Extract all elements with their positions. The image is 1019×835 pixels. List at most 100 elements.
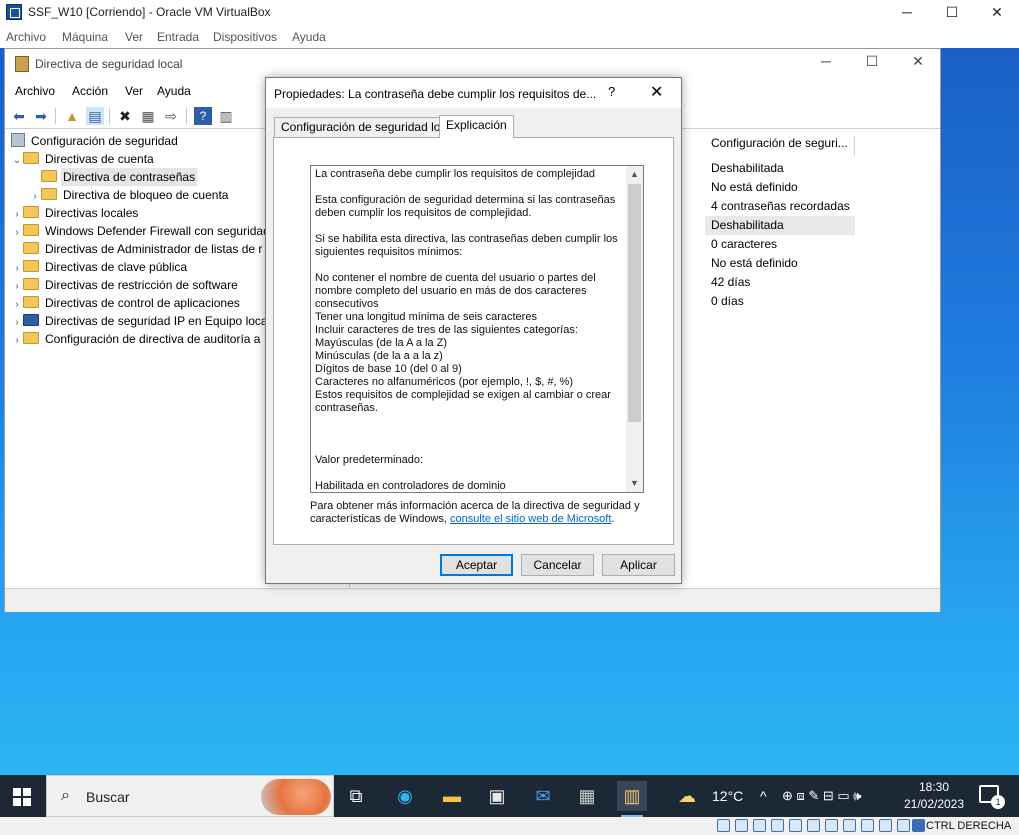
category-line: Minúsculas (de la a a la z) [315,350,443,362]
minimize-button[interactable]: ─ [884,2,930,24]
tree-item-local-policies[interactable]: › Directivas locales [11,204,140,222]
forward-arrow-icon[interactable]: ➡ [32,107,50,125]
recording-icon[interactable] [843,819,856,832]
notification-icon[interactable]: 1 [979,785,1005,809]
chevron-up-icon[interactable]: ^ [760,775,767,817]
hard-disk-icon[interactable] [717,819,730,832]
virtualization-icon[interactable] [861,819,874,832]
weather-icon[interactable]: ☁ [678,775,696,817]
policy-value[interactable]: 0 días [705,292,855,311]
close-button[interactable]: ✕ [974,2,1019,24]
notification-count: 1 [991,795,1005,809]
mouse-integration-icon[interactable] [897,819,910,832]
maximize-button[interactable]: ☐ [929,2,975,24]
security-policy-taskbar-icon[interactable]: ▥ [617,781,647,817]
scroll-thumb[interactable] [628,184,641,422]
delete-icon[interactable]: ✖ [116,107,134,125]
tree-item-software-restriction[interactable]: › Directivas de restricción de software [11,276,240,294]
help-button[interactable]: ? [608,84,615,99]
tree-item-root[interactable]: Configuración de seguridad [11,132,180,150]
chevron-down-icon[interactable]: ⌄ [11,152,23,170]
explanation-text: La contraseña debe cumplir los requisito… [315,168,621,492]
taskbar-search[interactable]: ⌕ Buscar [46,775,334,817]
dialog-close-button[interactable]: ✕ [650,82,663,102]
mmc-menu-accion[interactable]: Acción [72,84,108,98]
weather-temp[interactable]: 12°C [712,775,743,817]
show-tree-icon[interactable]: ▤ [86,107,104,125]
back-arrow-icon[interactable]: ⬅ [10,107,28,125]
menu-maquina[interactable]: Máquina [62,30,108,44]
tree-item-ip-security[interactable]: › Directivas de seguridad IP en Equipo lo… [11,312,270,330]
explanation-scrollbar[interactable]: ▲ ▼ [626,166,643,492]
scroll-down-icon[interactable]: ▼ [626,475,643,492]
tree-item-audit-policy[interactable]: › Configuración de directiva de auditoría… [11,330,262,348]
policy-value-selected[interactable]: Deshabilitada [705,216,855,235]
scroll-up-icon[interactable]: ▲ [626,166,643,183]
usb-icon[interactable] [789,819,802,832]
up-folder-icon[interactable]: ▲ [63,107,81,125]
display-icon[interactable] [825,819,838,832]
audio-icon[interactable] [753,819,766,832]
cpu-icon[interactable] [879,819,892,832]
ok-button[interactable]: Aceptar [440,554,513,576]
tree-item-firewall[interactable]: › Windows Defender Firewall con seguridad [11,222,272,240]
edge-icon[interactable]: ◉ [390,781,420,811]
tab-local-security-setting[interactable]: Configuración de seguridad local [274,117,463,137]
server-manager-icon[interactable]: ▦ [572,781,602,811]
policy-value[interactable]: 0 caracteres [705,235,855,254]
mmc-maximize-button[interactable]: ☐ [849,53,895,75]
category-line: Mayúsculas (de la A a la Z) [315,337,448,349]
menu-dispositivos[interactable]: Dispositivos [213,30,277,44]
host-key-label: CTRL DERECHA [926,820,1012,832]
optical-drive-icon[interactable] [735,819,748,832]
column-header-security-setting[interactable]: Configuración de seguri... [705,136,855,156]
tree-item-password-policy[interactable]: Directiva de contraseñas [29,168,198,186]
shared-folders-icon[interactable] [807,819,820,832]
policy-list-pane: Configuración de seguri... Deshabilitada… [705,130,941,588]
task-view-icon[interactable]: ⧉ [341,781,371,811]
mmc-menu-ver[interactable]: Ver [125,84,143,98]
menu-ayuda[interactable]: Ayuda [292,30,326,44]
tree-item-account-policies[interactable]: ⌄ Directivas de cuenta [11,150,156,168]
explanation-paragraph: Esta configuración de seguridad determin… [315,194,616,219]
folder-icon [23,224,39,236]
chevron-right-icon[interactable]: › [11,332,23,350]
properties-icon[interactable]: ▦ [139,107,157,125]
start-button[interactable] [0,775,44,817]
menu-ver[interactable]: Ver [125,30,143,44]
mmc-close-button[interactable]: ✕ [895,53,941,75]
tray-icons[interactable]: ⊕ ⧈ ✎ ⊟ ▭ 🕪 [782,775,861,817]
vbox-status-bar: CTRL DERECHA [0,817,1019,835]
mmc-minimize-button[interactable]: ─ [803,53,849,75]
network-icon[interactable] [771,819,784,832]
tree-item-network-list[interactable]: Directivas de Administrador de listas de… [11,240,264,258]
tab-explanation[interactable]: Explicación [439,115,514,138]
security-policy-icon [15,56,29,72]
explanation-textbox[interactable]: La contraseña debe cumplir los requisito… [310,165,644,493]
policy-value[interactable]: Deshabilitada [705,159,855,178]
tree-item-lockout-policy[interactable]: › Directiva de bloqueo de cuenta [29,186,230,204]
menu-entrada[interactable]: Entrada [157,30,199,44]
policy-value[interactable]: No está definido [705,178,855,197]
store-icon[interactable]: ▣ [482,781,512,811]
policy-value[interactable]: 4 contraseñas recordadas [705,197,855,216]
export-list-icon[interactable]: ⇨ [162,107,180,125]
help-icon[interactable]: ? [194,107,212,125]
apply-button[interactable]: Aplicar [602,554,675,576]
vbox-title-bar: SSF_W10 [Corriendo] - Oracle VM VirtualB… [0,0,1019,26]
microsoft-link[interactable]: consulte el sitio web de Microsoft [450,513,611,525]
menu-archivo[interactable]: Archivo [6,30,46,44]
tree-item-public-key[interactable]: › Directivas de clave pública [11,258,189,276]
folder-icon [23,296,39,308]
mmc-menu-ayuda[interactable]: Ayuda [157,84,191,98]
mail-icon[interactable]: ✉ [528,781,558,811]
mmc-menu-archivo[interactable]: Archivo [15,84,55,98]
cancel-button[interactable]: Cancelar [521,554,594,576]
action-pane-icon[interactable]: ▥ [217,107,235,125]
dialog-title-bar: Propiedades: La contraseña debe cumplir … [266,78,681,108]
clock[interactable]: 18:30 21/02/2023 [898,779,970,813]
policy-value[interactable]: No está definido [705,254,855,273]
tree-item-app-control[interactable]: › Directivas de control de aplicaciones [11,294,242,312]
file-explorer-icon[interactable]: ▬ [437,781,467,811]
policy-value[interactable]: 42 días [705,273,855,292]
